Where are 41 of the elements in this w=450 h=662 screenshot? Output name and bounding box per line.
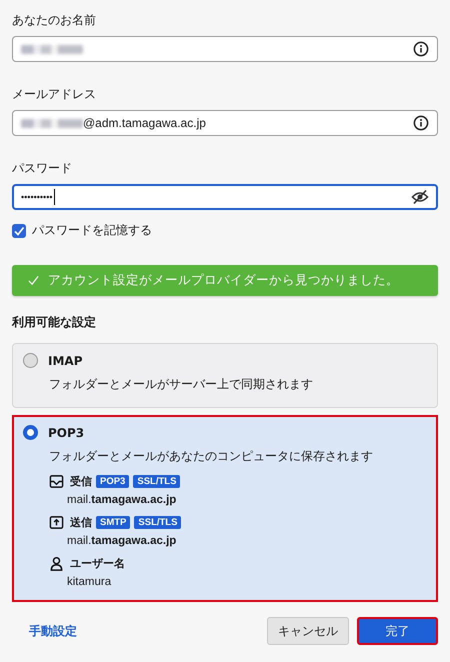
protocol-tag: SSL/TLS: [133, 475, 180, 488]
check-icon: [28, 275, 39, 286]
input-field[interactable]: [12, 36, 438, 62]
radio-button[interactable]: [23, 425, 38, 440]
protocol-option[interactable]: IMAP フォルダーとメールがサーバー上で同期されます: [12, 343, 438, 408]
field-label: メールアドレス: [12, 86, 97, 103]
done-button[interactable]: 完了: [357, 617, 438, 645]
detail-value: mail.tamagawa.ac.jp: [67, 494, 178, 506]
input-field[interactable]: @adm.tamagawa.ac.jp: [12, 110, 438, 136]
remember-checkbox[interactable]: [12, 224, 26, 238]
protocol-tag: SMTP: [96, 516, 130, 529]
redacted-text: [21, 44, 83, 54]
option-title: IMAP: [48, 354, 82, 368]
detail-value: mail.tamagawa.ac.jp: [67, 535, 178, 547]
protocol-tag: POP3: [96, 475, 130, 488]
user-icon: [49, 556, 64, 571]
cancel-button[interactable]: キャンセル: [267, 617, 349, 645]
checkbox-label: パスワードを記憶する: [32, 222, 152, 239]
info-icon[interactable]: [413, 115, 429, 131]
detail-label: 受信: [70, 474, 92, 489]
section-title: 利用可能な設定: [12, 314, 97, 331]
detail-label: ユーザー名: [70, 556, 125, 571]
redacted-text: [21, 118, 83, 128]
detail-label: 送信: [70, 515, 92, 530]
banner-text: アカウント設定がメールプロバイダーから見つかりました。: [48, 272, 399, 289]
info-icon[interactable]: [413, 41, 429, 57]
input-field[interactable]: ••••••••••: [12, 184, 438, 210]
field-label: パスワード: [12, 160, 73, 177]
inbox-icon: [49, 474, 64, 489]
upload-icon: [49, 515, 64, 530]
protocol-option[interactable]: POP3 フォルダーとメールがあなたのコンピュータに保存されます 受信 POP3 SSL/TLS mail.tamagawa.ac.jp 送信 SMTP SSL/TLS mail.tamagawa.ac.jp ユーザー名 kitamura: [12, 415, 438, 602]
manual-setup-link[interactable]: 手動設定: [29, 622, 77, 640]
eye-slash-icon[interactable]: [411, 189, 429, 205]
radio-button[interactable]: [23, 353, 38, 368]
option-description: フォルダーとメールがあなたのコンピュータに保存されます: [49, 448, 374, 465]
protocol-tag: SSL/TLS: [134, 516, 182, 529]
option-description: フォルダーとメールがサーバー上で同期されます: [49, 376, 314, 393]
option-title: POP3: [48, 426, 84, 440]
field-label: あなたのお名前: [12, 12, 97, 29]
text-cursor: [54, 189, 55, 205]
detail-value: kitamura: [67, 576, 112, 588]
